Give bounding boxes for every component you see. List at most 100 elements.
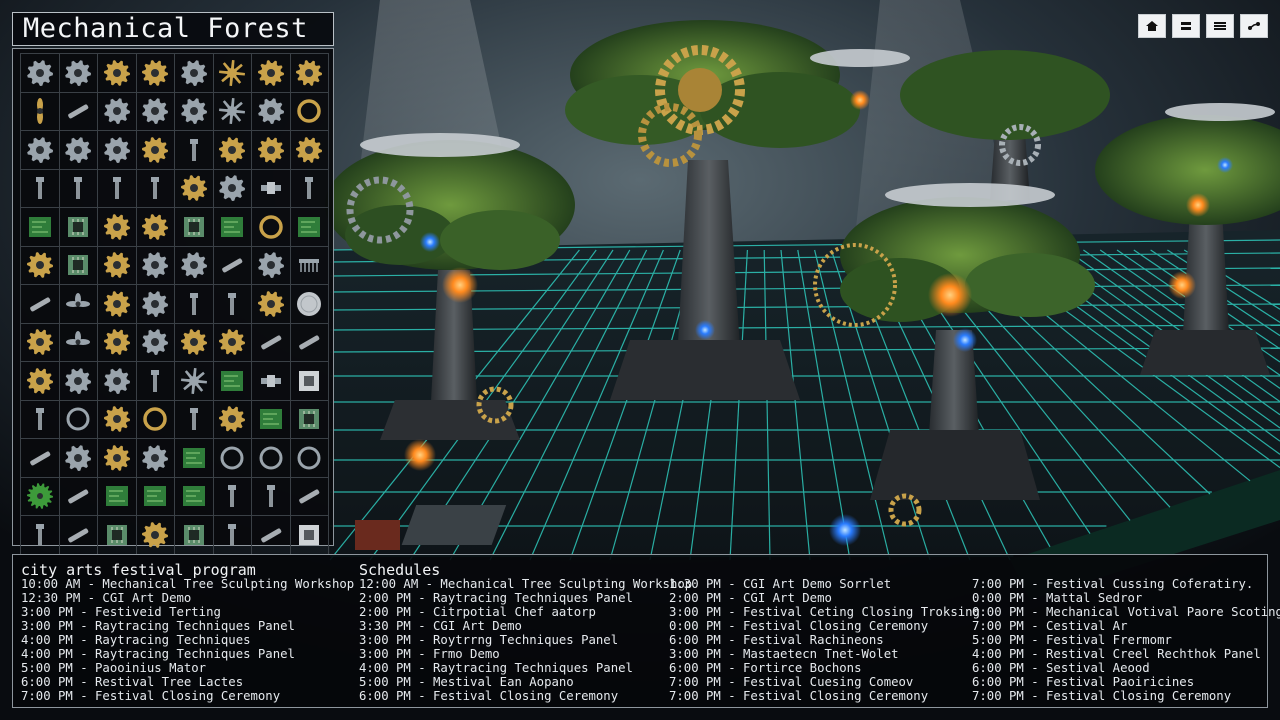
inventory-slot[interactable] bbox=[290, 169, 329, 208]
inventory-slot[interactable] bbox=[290, 516, 329, 555]
inventory-slot[interactable] bbox=[98, 208, 137, 247]
inventory-slot[interactable] bbox=[136, 477, 175, 516]
inventory-slot[interactable] bbox=[98, 400, 137, 439]
inventory-slot[interactable] bbox=[213, 169, 252, 208]
inventory-slot[interactable] bbox=[290, 54, 329, 93]
inventory-slot[interactable] bbox=[21, 323, 60, 362]
inventory-slot[interactable] bbox=[290, 285, 329, 324]
inventory-slot[interactable] bbox=[175, 439, 214, 478]
inventory-slot[interactable] bbox=[252, 362, 291, 401]
inventory-slot[interactable] bbox=[213, 362, 252, 401]
inventory-slot[interactable] bbox=[213, 54, 252, 93]
inventory-slot[interactable] bbox=[59, 169, 98, 208]
inventory-slot[interactable] bbox=[59, 516, 98, 555]
inventory-slot[interactable] bbox=[290, 477, 329, 516]
inventory-slot[interactable] bbox=[252, 54, 291, 93]
inventory-slot[interactable] bbox=[136, 54, 175, 93]
inventory-slot[interactable] bbox=[290, 246, 329, 285]
inventory-slot[interactable] bbox=[136, 439, 175, 478]
inventory-slot[interactable] bbox=[252, 477, 291, 516]
inventory-slot[interactable] bbox=[136, 362, 175, 401]
inventory-slot[interactable] bbox=[21, 285, 60, 324]
inventory-slot[interactable] bbox=[175, 131, 214, 170]
inventory-slot[interactable] bbox=[213, 516, 252, 555]
inventory-slot[interactable] bbox=[213, 439, 252, 478]
inventory-slot[interactable] bbox=[175, 92, 214, 131]
inventory-slot[interactable] bbox=[98, 246, 137, 285]
inventory-slot[interactable] bbox=[21, 400, 60, 439]
inventory-slot[interactable] bbox=[136, 169, 175, 208]
inventory-slot[interactable] bbox=[175, 169, 214, 208]
inventory-slot[interactable] bbox=[136, 246, 175, 285]
inventory-slot[interactable] bbox=[213, 208, 252, 247]
inventory-slot[interactable] bbox=[21, 246, 60, 285]
inventory-slot[interactable] bbox=[213, 323, 252, 362]
inventory-slot[interactable] bbox=[21, 477, 60, 516]
inventory-slot[interactable] bbox=[98, 477, 137, 516]
inventory-slot[interactable] bbox=[21, 92, 60, 131]
inventory-slot[interactable] bbox=[136, 285, 175, 324]
inventory-slot[interactable] bbox=[175, 362, 214, 401]
inventory-slot[interactable] bbox=[213, 400, 252, 439]
inventory-slot[interactable] bbox=[59, 439, 98, 478]
inventory-slot[interactable] bbox=[290, 323, 329, 362]
inventory-slot[interactable] bbox=[21, 54, 60, 93]
inventory-slot[interactable] bbox=[213, 246, 252, 285]
inventory-slot[interactable] bbox=[175, 246, 214, 285]
inventory-slot[interactable] bbox=[98, 362, 137, 401]
inventory-slot[interactable] bbox=[252, 400, 291, 439]
inventory-slot[interactable] bbox=[21, 131, 60, 170]
inventory-slot[interactable] bbox=[252, 516, 291, 555]
home-button[interactable] bbox=[1138, 14, 1166, 38]
inventory-slot[interactable] bbox=[175, 285, 214, 324]
inventory-slot[interactable] bbox=[252, 285, 291, 324]
inventory-slot[interactable] bbox=[252, 246, 291, 285]
inventory-slot[interactable] bbox=[59, 208, 98, 247]
inventory-slot[interactable] bbox=[59, 362, 98, 401]
inventory-slot[interactable] bbox=[290, 362, 329, 401]
inventory-slot[interactable] bbox=[290, 131, 329, 170]
inventory-slot[interactable] bbox=[21, 516, 60, 555]
inventory-slot[interactable] bbox=[136, 208, 175, 247]
inventory-slot[interactable] bbox=[252, 92, 291, 131]
inventory-slot[interactable] bbox=[252, 439, 291, 478]
inventory-slot[interactable] bbox=[252, 131, 291, 170]
layers-button[interactable] bbox=[1172, 14, 1200, 38]
inventory-slot[interactable] bbox=[290, 439, 329, 478]
inventory-slot[interactable] bbox=[98, 516, 137, 555]
inventory-slot[interactable] bbox=[213, 131, 252, 170]
inventory-slot[interactable] bbox=[213, 92, 252, 131]
inventory-slot[interactable] bbox=[59, 285, 98, 324]
inventory-slot[interactable] bbox=[59, 246, 98, 285]
inventory-slot[interactable] bbox=[98, 131, 137, 170]
inventory-slot[interactable] bbox=[136, 131, 175, 170]
inventory-slot[interactable] bbox=[175, 400, 214, 439]
inventory-slot[interactable] bbox=[175, 516, 214, 555]
inventory-slot[interactable] bbox=[59, 400, 98, 439]
inventory-slot[interactable] bbox=[21, 362, 60, 401]
inventory-slot[interactable] bbox=[175, 208, 214, 247]
inventory-slot[interactable] bbox=[98, 323, 137, 362]
inventory-slot[interactable] bbox=[59, 477, 98, 516]
inventory-slot[interactable] bbox=[136, 516, 175, 555]
inventory-slot[interactable] bbox=[59, 323, 98, 362]
route-button[interactable] bbox=[1240, 14, 1268, 38]
inventory-slot[interactable] bbox=[136, 92, 175, 131]
inventory-slot[interactable] bbox=[98, 439, 137, 478]
inventory-slot[interactable] bbox=[136, 323, 175, 362]
inventory-slot[interactable] bbox=[98, 285, 137, 324]
inventory-slot[interactable] bbox=[213, 477, 252, 516]
inventory-slot[interactable] bbox=[59, 92, 98, 131]
list-button[interactable] bbox=[1206, 14, 1234, 38]
inventory-slot[interactable] bbox=[21, 208, 60, 247]
inventory-slot[interactable] bbox=[290, 400, 329, 439]
inventory-slot[interactable] bbox=[136, 400, 175, 439]
inventory-slot[interactable] bbox=[290, 208, 329, 247]
inventory-slot[interactable] bbox=[175, 54, 214, 93]
inventory-slot[interactable] bbox=[252, 208, 291, 247]
inventory-slot[interactable] bbox=[59, 131, 98, 170]
inventory-slot[interactable] bbox=[98, 54, 137, 93]
inventory-slot[interactable] bbox=[252, 323, 291, 362]
inventory-slot[interactable] bbox=[290, 92, 329, 131]
inventory-slot[interactable] bbox=[21, 169, 60, 208]
